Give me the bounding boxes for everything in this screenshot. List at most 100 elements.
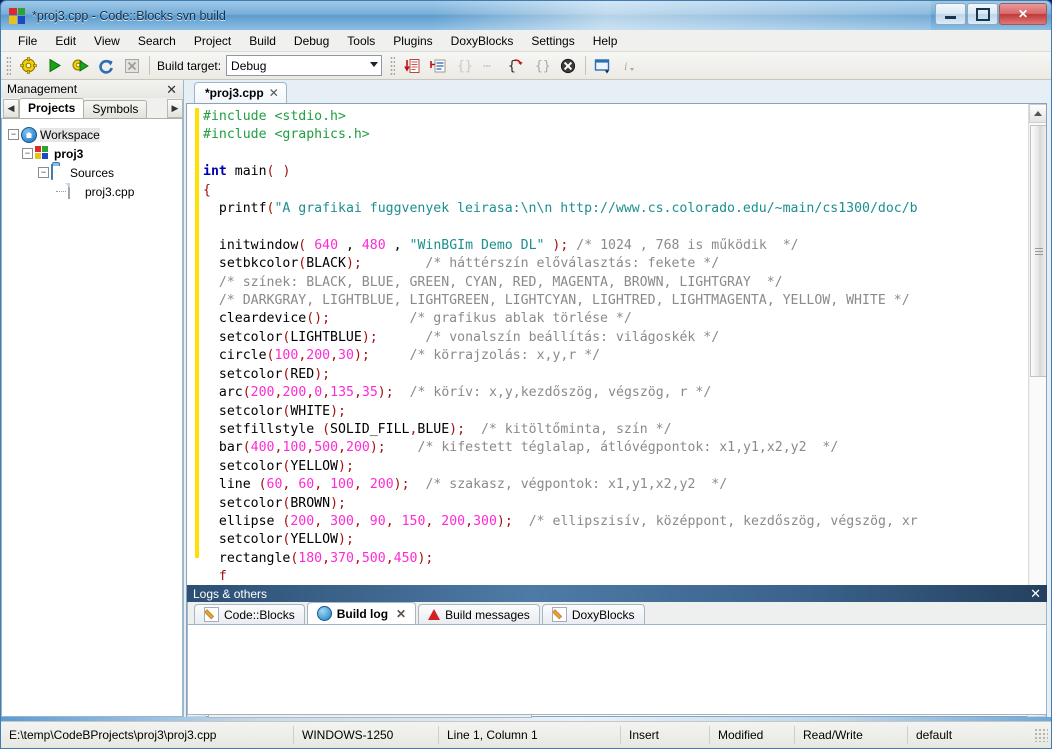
vertical-scroll-thumb[interactable] [1029, 125, 1046, 377]
logs-tab-doxyblocks[interactable]: DoxyBlocks [541, 604, 645, 624]
chevron-down-icon [370, 62, 379, 67]
menu-item-search[interactable]: Search [129, 31, 185, 51]
logs-tab-close-icon[interactable]: ✕ [396, 607, 406, 621]
tree-item-sources[interactable]: − Sources [6, 163, 182, 182]
tab-projects[interactable]: Projects [19, 98, 85, 118]
rebuild-button[interactable] [93, 53, 119, 78]
code-token: 500 [314, 440, 339, 456]
menu-item-debug[interactable]: Debug [285, 31, 338, 51]
logs-tab-codeblocks[interactable]: Code::Blocks [194, 604, 305, 624]
tree-item-project[interactable]: − proj3 [6, 144, 182, 163]
code-line: ellipse (200, 300, 90, 150, 200,300); /*… [203, 513, 1028, 531]
code-token: arc [203, 385, 243, 401]
menu-item-tools[interactable]: Tools [338, 31, 384, 51]
scroll-thumb-grip [1034, 247, 1043, 255]
resize-grip[interactable] [1034, 728, 1048, 742]
toolbar-grip-doxyblocks[interactable] [390, 56, 396, 75]
logs-tab-label: Build messages [445, 607, 530, 622]
doxyblocks-comment-icon [430, 59, 446, 72]
logs-header: Logs & others ✕ [187, 585, 1047, 602]
run-button[interactable] [41, 53, 67, 78]
expander-sources[interactable]: − [38, 167, 49, 178]
menu-item-view[interactable]: View [85, 31, 129, 51]
toolbar: Build target: Debug {} ⋯ {{} i [1, 52, 1051, 80]
expander-project[interactable]: − [22, 148, 33, 159]
code-token: ( [258, 477, 267, 493]
editor-tab-proj3[interactable]: *proj3.cpp ✕ [194, 82, 287, 103]
build-and-run-button[interactable] [67, 53, 93, 78]
code-token: 60 [266, 477, 283, 493]
doxyblocks-run-icon: { } [508, 59, 525, 74]
editor-tab-close-icon[interactable]: ✕ [269, 86, 279, 100]
abort-build-button[interactable] [119, 53, 145, 78]
abort-icon [125, 58, 139, 73]
code-token: 200 [369, 477, 394, 493]
codeblocks-window: *proj3.cpp - Code::Blocks svn build ✕ Fi… [0, 0, 1052, 749]
menu-item-settings[interactable]: Settings [522, 31, 583, 51]
menu-item-plugins[interactable]: Plugins [384, 31, 441, 51]
change-bar [195, 108, 199, 558]
code-token: 200 [250, 385, 275, 401]
code-token: ) [393, 477, 402, 493]
menu-item-build[interactable]: Build [240, 31, 285, 51]
build-target-dropdown[interactable]: Debug [226, 55, 383, 76]
code-token: /* kitöltőminta, szín */ [480, 421, 672, 437]
logs-content[interactable] [187, 624, 1047, 715]
code-token: ( [306, 311, 315, 327]
menu-item-help[interactable]: Help [584, 31, 627, 51]
tree-item-file[interactable]: proj3.cpp [6, 182, 182, 201]
minimize-button[interactable] [935, 3, 966, 25]
code-line: setcolor(RED); [203, 366, 1028, 384]
code-token: YELLOW [290, 532, 338, 548]
code-token: ; [345, 458, 354, 474]
management-close-icon[interactable]: ✕ [164, 83, 179, 96]
code-token: cleardevice [203, 311, 307, 327]
code-token: setcolor [203, 329, 283, 345]
expander-workspace[interactable]: − [8, 129, 19, 140]
code-line: int main( ) [203, 163, 1028, 181]
build-button[interactable] [15, 53, 41, 78]
svg-text:{ }: { } [508, 59, 525, 74]
code-token: 640 [314, 237, 339, 253]
maximize-button[interactable] [967, 3, 998, 25]
code-token: { [203, 182, 211, 198]
code-token: , [385, 550, 394, 566]
maximize-icon [975, 7, 990, 21]
doxyblocks-block-comment-button[interactable]: {} [451, 53, 477, 78]
doxyblocks-wizard-button[interactable] [590, 53, 616, 78]
menu-bar: File Edit View Search Project Build Debu… [1, 30, 1051, 52]
doxyblocks-extract-button[interactable] [399, 53, 425, 78]
code-token: setcolor [203, 458, 283, 474]
doxyblocks-info-button[interactable]: i [616, 53, 642, 78]
doxyblocks-run-button[interactable]: { } [503, 53, 529, 78]
code-token: ) [369, 440, 378, 456]
doxyblocks-line-comment-button[interactable]: ⋯ [477, 53, 503, 78]
tab-scroll-left-icon[interactable]: ◀ [3, 99, 19, 118]
tab-symbols[interactable]: Symbols [83, 100, 148, 118]
code-token: main [226, 164, 267, 180]
doxyblocks-stop-button[interactable] [555, 53, 581, 78]
logs-close-icon[interactable]: ✕ [1028, 587, 1043, 600]
code-token: <graphics.h> [274, 127, 370, 143]
toolbar-grip-main[interactable] [6, 56, 11, 75]
logs-tab-build-log[interactable]: Build log ✕ [306, 602, 417, 624]
code-line: setcolor(YELLOW); [203, 531, 1028, 549]
menu-item-doxyblocks[interactable]: DoxyBlocks [442, 31, 523, 51]
doxyblocks-config-button[interactable]: {} [529, 53, 555, 78]
management-title: Management [7, 82, 78, 96]
scroll-up-button[interactable] [1028, 104, 1046, 123]
doxyblocks-comment-button[interactable] [425, 53, 451, 78]
code-token: /* színek: BLACK, BLUE, GREEN, CYAN, RED… [218, 274, 783, 290]
menu-item-edit[interactable]: Edit [46, 31, 85, 51]
menu-item-file[interactable]: File [9, 31, 46, 51]
code-token: ) [330, 495, 339, 511]
logs-tab-build-messages[interactable]: Build messages [418, 604, 540, 624]
menu-item-project[interactable]: Project [185, 31, 240, 51]
tree-item-workspace[interactable]: − Workspace [6, 125, 182, 144]
code-token: 500 [361, 550, 386, 566]
tab-scroll-right-icon[interactable]: ▶ [167, 99, 183, 118]
code-token: YELLOW [290, 458, 338, 474]
close-button[interactable]: ✕ [999, 3, 1047, 25]
